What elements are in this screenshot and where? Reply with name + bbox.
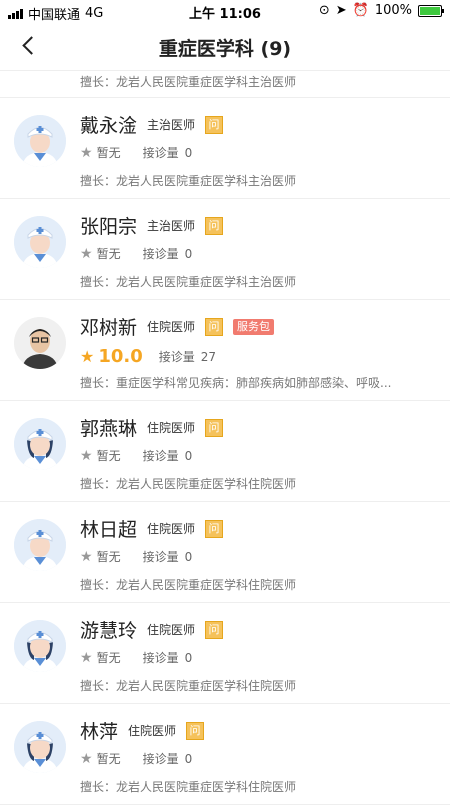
doctor-title: 住院医师 [128, 724, 177, 738]
doctor-rating: 暂无 [96, 752, 121, 766]
service-package-badge: 服务包 [233, 318, 275, 335]
doctor-rating: 暂无 [96, 550, 121, 564]
consult-count: 0 [184, 145, 193, 160]
ask-badge: 问 [186, 721, 205, 740]
doctor-specialty: 擅长：龙岩人民医院重症医学科主治医师 [80, 275, 297, 289]
doctor-title: 主治医师 [147, 118, 196, 132]
doctor-rating: 暂无 [96, 651, 121, 665]
doctor-name: 张阳宗 [80, 216, 138, 238]
doctor-list-item[interactable]: 林萍 住院医师 问 ★ 暂无 接诊量 0 擅长：龙岩人民医院重症医学科住院医师 [0, 704, 450, 805]
doctor-title: 住院医师 [147, 421, 196, 435]
doctor-rating: 10.0 [98, 346, 143, 367]
doctor-name: 林日超 [80, 519, 138, 541]
doctor-name: 戴永淦 [80, 115, 138, 137]
consult-count: 0 [184, 549, 193, 564]
doctor-title: 住院医师 [147, 320, 196, 334]
consult-label: 接诊量 [142, 449, 179, 463]
ask-badge: 问 [205, 216, 224, 235]
doctor-list-item[interactable]: 林日超 住院医师 问 ★ 暂无 接诊量 0 擅长：龙岩人民医院重症医学科住院医师 [0, 502, 450, 603]
doctor-name: 游慧玲 [80, 620, 138, 642]
doctor-title: 住院医师 [147, 623, 196, 637]
consult-label: 接诊量 [142, 651, 179, 665]
doctor-name: 林萍 [80, 721, 119, 743]
doctor-avatar-icon [14, 519, 66, 571]
doctor-photo-icon [14, 317, 66, 369]
doctor-specialty: 擅长：重症医学科常见疾病：肺部疾病如肺部感染、呼吸... [80, 376, 392, 390]
doctor-specialty: 擅长：龙岩人民医院重症医学科住院医师 [80, 679, 297, 693]
star-icon: ★ [80, 347, 95, 366]
status-bar: 中国联通 4G 上午 11:06 ⊙ ➤ ⏰ 100% [0, 0, 450, 23]
doctor-specialty: 擅长：龙岩人民医院重症医学科主治医师 [80, 75, 297, 89]
doctor-rating: 暂无 [96, 247, 121, 261]
ask-badge: 问 [205, 620, 224, 639]
doctor-rating: 暂无 [96, 146, 121, 160]
alarm-icon: ⏰ [352, 3, 369, 18]
doctor-list-item[interactable]: 张阳宗 主治医师 问 ★ 暂无 接诊量 0 擅长：龙岩人民医院重症医学科主治医师 [0, 199, 450, 300]
doctor-name: 郭燕琳 [80, 418, 138, 440]
doctor-avatar [14, 519, 66, 571]
doctor-rating: 暂无 [96, 449, 121, 463]
consult-count: 0 [184, 650, 193, 665]
nurse-avatar-icon [14, 620, 66, 672]
doctor-avatar [14, 115, 66, 167]
consult-count: 27 [200, 349, 217, 364]
doctor-avatar [14, 620, 66, 672]
nav-bar: 重症医学科 (9) [0, 22, 450, 71]
consult-count: 0 [184, 448, 193, 463]
ask-badge: 问 [205, 519, 224, 538]
battery-percent: 100% [374, 3, 412, 18]
doctor-specialty: 擅长：龙岩人民医院重症医学科住院医师 [80, 578, 297, 592]
nurse-avatar-icon [14, 721, 66, 773]
star-icon: ★ [80, 750, 93, 767]
doctor-avatar [14, 216, 66, 268]
doctor-avatar-icon [14, 216, 66, 268]
star-icon: ★ [80, 245, 93, 262]
star-icon: ★ [80, 447, 93, 464]
location-icon: ➤ [335, 3, 347, 18]
doctor-specialty: 擅长：龙岩人民医院重症医学科住院医师 [80, 780, 297, 794]
doctor-list-item[interactable]: 游慧玲 住院医师 问 ★ 暂无 接诊量 0 擅长：龙岩人民医院重症医学科住院医师 [0, 603, 450, 704]
star-icon: ★ [80, 649, 93, 666]
consult-label: 接诊量 [158, 350, 195, 364]
doctor-name: 邓树新 [80, 317, 138, 339]
consult-label: 接诊量 [142, 247, 179, 261]
doctor-title: 主治医师 [147, 219, 196, 233]
star-icon: ★ [80, 548, 93, 565]
star-icon: ★ [80, 144, 93, 161]
page-title: 重症医学科 (9) [158, 38, 292, 60]
doctor-specialty: 擅长：龙岩人民医院重症医学科主治医师 [80, 174, 297, 188]
doctor-list-item[interactable]: 戴永淦 主治医师 问 ★ 暂无 接诊量 0 擅长：龙岩人民医院重症医学科主治医师 [0, 98, 450, 199]
doctor-list: 擅长：龙岩人民医院重症医学科主治医师 戴永淦 主治医师 问 ★ 暂无 接诊量 0… [0, 70, 450, 805]
consult-count: 0 [184, 751, 193, 766]
ask-badge: 问 [205, 317, 224, 336]
doctor-avatar [14, 418, 66, 470]
doctor-avatar-icon [14, 115, 66, 167]
doctor-specialty: 擅长：龙岩人民医院重症医学科住院医师 [80, 477, 297, 491]
consult-count: 0 [184, 246, 193, 261]
doctor-avatar [14, 721, 66, 773]
consult-label: 接诊量 [142, 146, 179, 160]
ask-badge: 问 [205, 115, 224, 134]
lock-rotation-icon: ⊙ [318, 3, 330, 18]
doctor-list-item[interactable]: 邓树新 住院医师 问 服务包 ★ 10.0 接诊量 27 擅长：重症医学科常见疾… [0, 300, 450, 401]
doctor-title: 住院医师 [147, 522, 196, 536]
consult-label: 接诊量 [142, 550, 179, 564]
nurse-avatar-icon [14, 418, 66, 470]
battery-icon [418, 4, 444, 17]
list-item-partial[interactable]: 擅长：龙岩人民医院重症医学科主治医师 [0, 70, 450, 98]
doctor-list-item[interactable]: 郭燕琳 住院医师 问 ★ 暂无 接诊量 0 擅长：龙岩人民医院重症医学科住院医师 [0, 401, 450, 502]
ask-badge: 问 [205, 418, 224, 437]
doctor-avatar [14, 317, 66, 369]
consult-label: 接诊量 [142, 752, 179, 766]
